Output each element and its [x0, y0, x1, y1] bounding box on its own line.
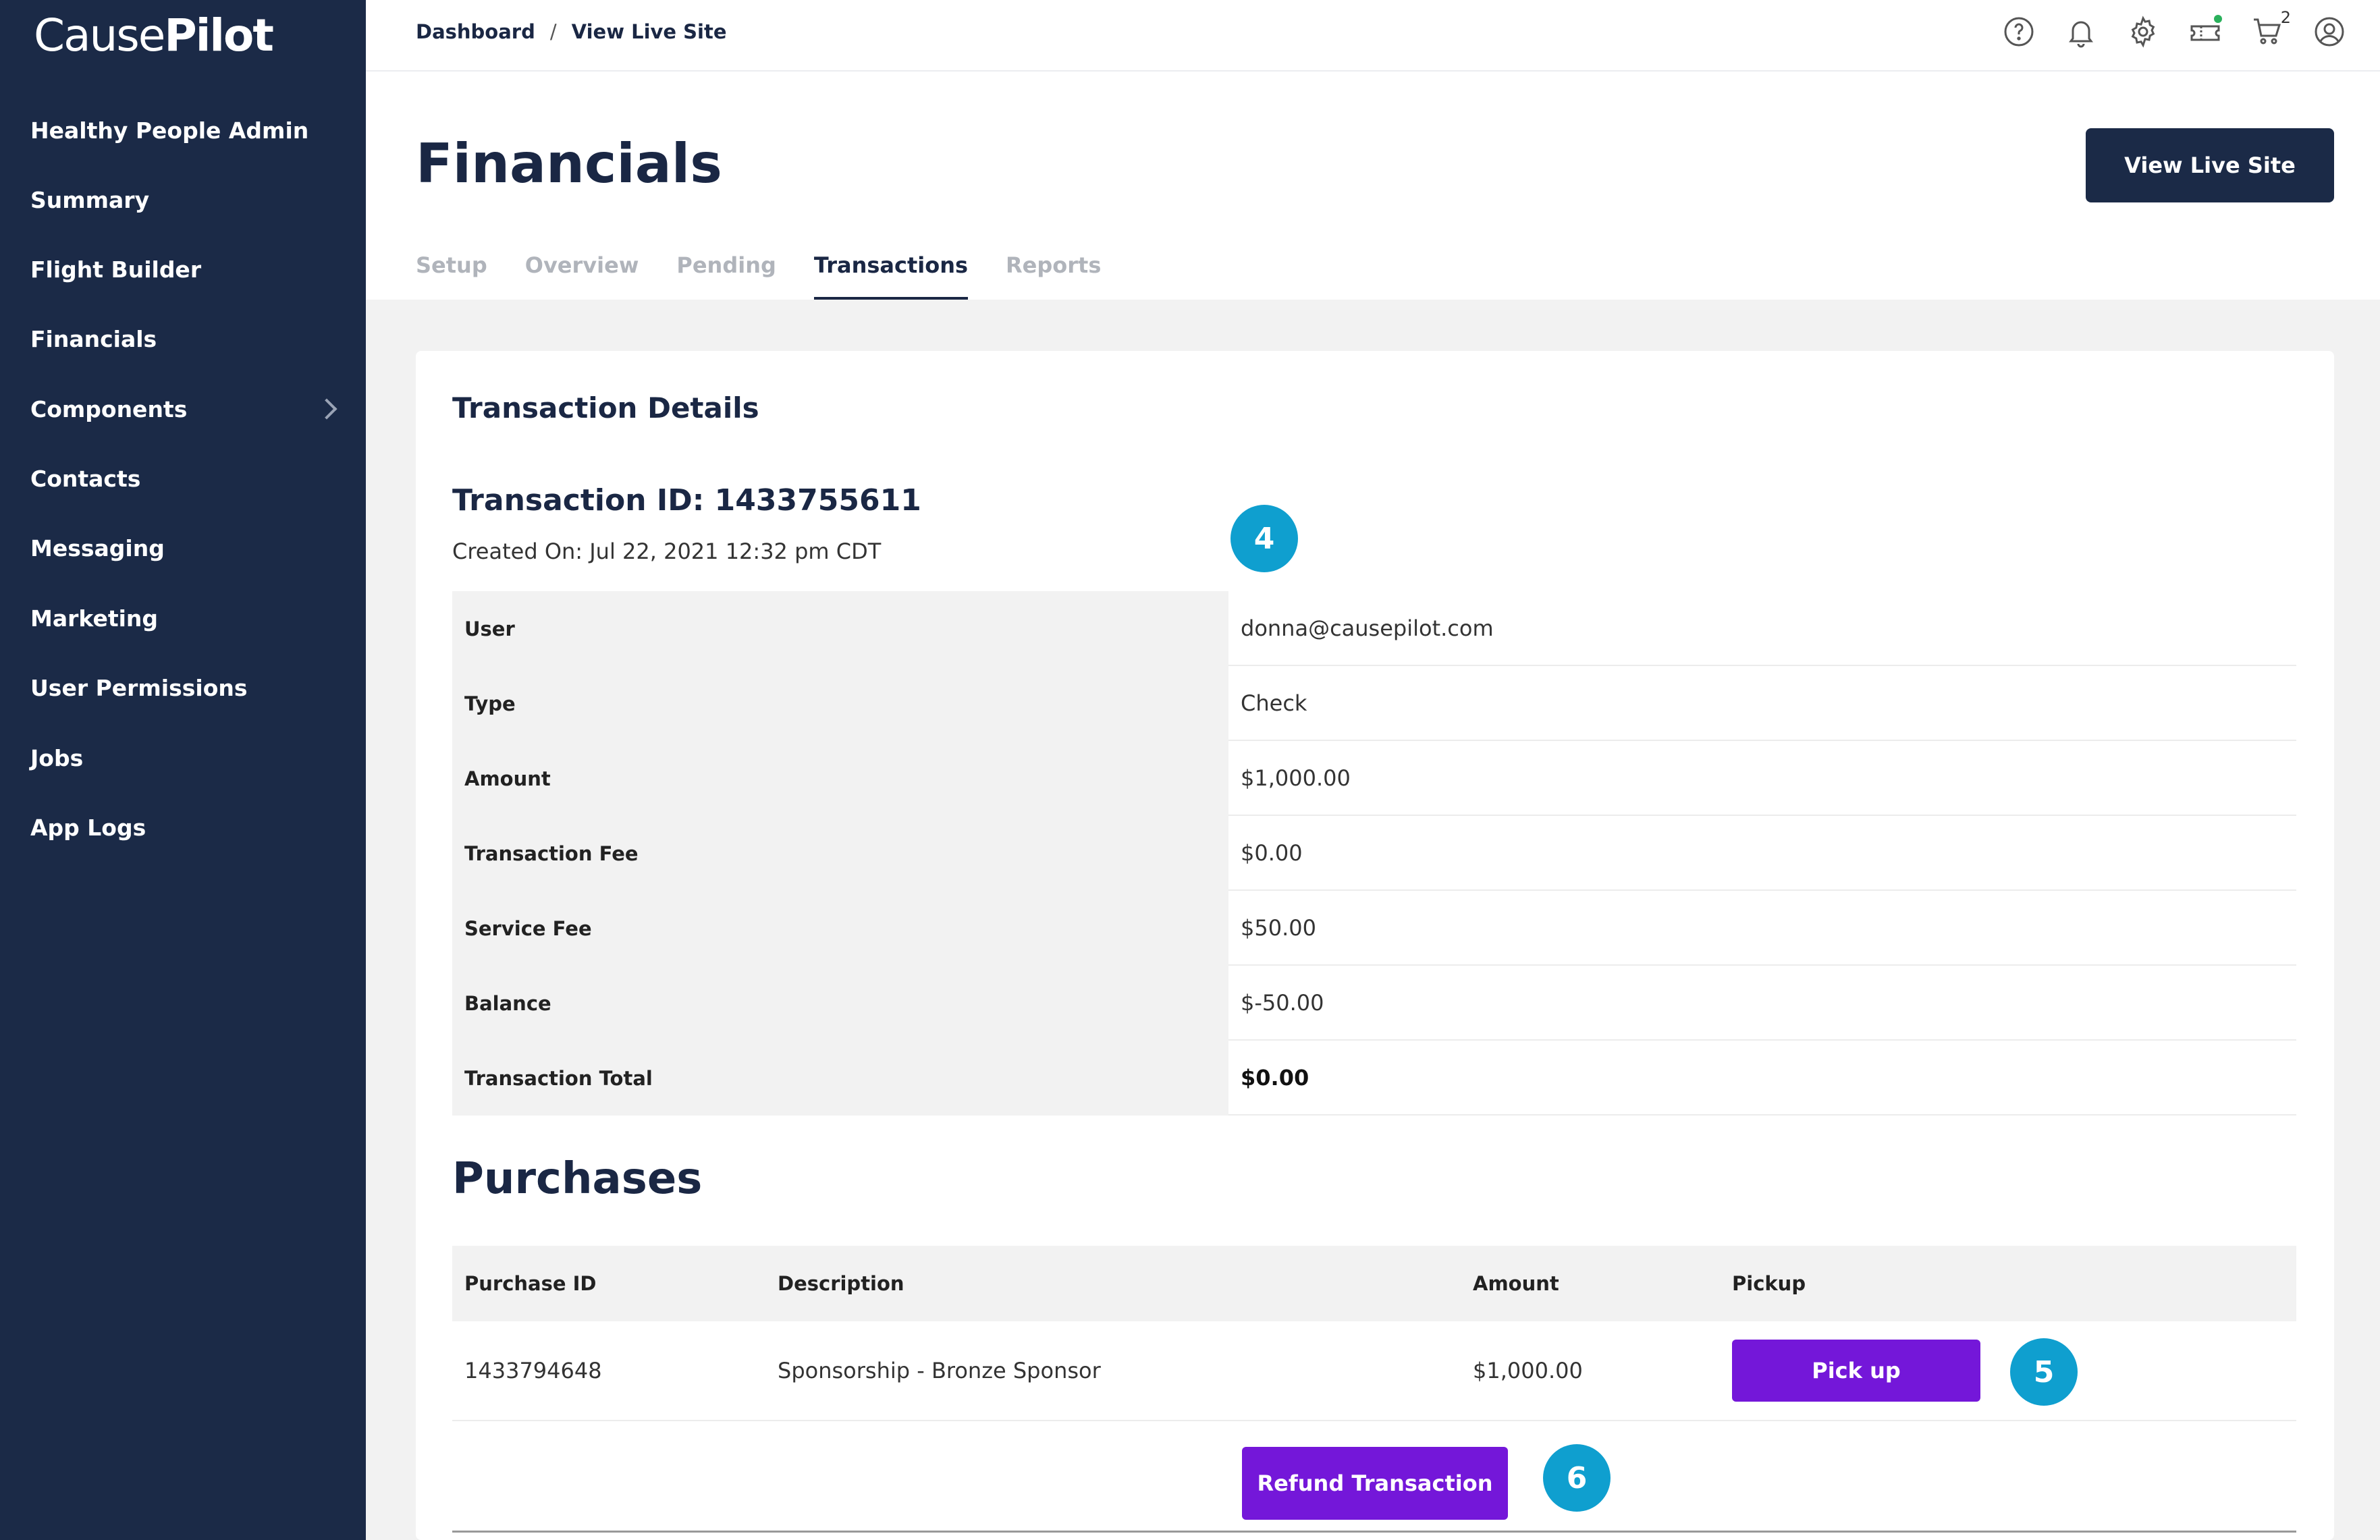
purchase-amount: $1,000.00: [1473, 1358, 1583, 1383]
breadcrumb: Dashboard / View Live Site: [416, 20, 727, 43]
user-icon[interactable]: [2313, 15, 2346, 49]
page-header: Dashboard / View Live Site 2 Financials …: [366, 0, 2380, 300]
detail-row-user: User donna@causepilot.com: [452, 591, 2296, 666]
purchase-id: 1433794648: [464, 1358, 602, 1383]
sidebar-item-summary[interactable]: Summary: [30, 173, 348, 227]
page-title: Financials: [416, 132, 722, 195]
transaction-card: Transaction Details Transaction ID: 1433…: [416, 351, 2334, 1540]
header-divider: [366, 70, 2380, 72]
tab-transactions[interactable]: Transactions: [813, 250, 969, 300]
pick-up-button[interactable]: Pick up: [1732, 1340, 1980, 1402]
sidebar-item-financials[interactable]: Financials: [30, 312, 348, 366]
column-header-description: Description: [778, 1272, 904, 1295]
tab-setup[interactable]: Setup: [416, 250, 487, 300]
cart-icon[interactable]: 2: [2250, 8, 2291, 49]
sidebar: CausePilot Healthy People Admin Summary …: [0, 0, 366, 1540]
transaction-details-table: User donna@causepilot.com Type Check Amoun…: [452, 591, 2296, 1116]
sidebar-item-app-logs[interactable]: App Logs: [30, 800, 348, 854]
chevron-right-icon: [316, 398, 337, 420]
detail-row-service-fee: Service Fee $50.00: [452, 891, 2296, 966]
detail-row-balance: Balance $-50.00: [452, 966, 2296, 1041]
step-marker-6: 6: [1543, 1444, 1611, 1512]
created-on: Created On: Jul 22, 2021 12:32 pm CDT: [452, 539, 882, 564]
detail-row-transaction-total: Transaction Total $0.00: [452, 1041, 2296, 1116]
detail-row-type: Type Check: [452, 666, 2296, 741]
purchases-title: Purchases: [452, 1154, 703, 1204]
sidebar-item-marketing[interactable]: Marketing: [30, 591, 348, 645]
sidebar-item-user-permissions[interactable]: User Permissions: [30, 661, 348, 715]
transaction-id: Transaction ID: 1433755611: [452, 483, 921, 518]
sidebar-item-jobs[interactable]: Jobs: [30, 731, 348, 785]
purchases-table-header: Purchase ID Description Amount Pickup: [452, 1246, 2296, 1321]
sidebar-item-flight-builder[interactable]: Flight Builder: [30, 242, 348, 296]
sidebar-item-components[interactable]: Components: [30, 382, 348, 436]
transaction-details-title: Transaction Details: [452, 391, 759, 424]
purchase-description: Sponsorship - Bronze Sponsor: [778, 1358, 1101, 1383]
tab-overview[interactable]: Overview: [525, 250, 639, 300]
refund-transaction-button[interactable]: Refund Transaction: [1242, 1447, 1508, 1520]
breadcrumb-dashboard[interactable]: Dashboard: [416, 20, 535, 43]
sidebar-item-contacts[interactable]: Contacts: [30, 451, 348, 505]
breadcrumb-separator: /: [549, 20, 557, 43]
causepilot-logo[interactable]: CausePilot: [34, 7, 274, 65]
detail-row-amount: Amount $1,000.00: [452, 741, 2296, 816]
column-header-amount: Amount: [1473, 1272, 1559, 1295]
help-icon[interactable]: [2002, 15, 2036, 49]
ticket-icon[interactable]: [2188, 15, 2222, 49]
bottom-divider: [452, 1531, 2296, 1533]
step-marker-5: 5: [2010, 1338, 2078, 1406]
gear-icon[interactable]: [2126, 15, 2160, 49]
view-live-site-button[interactable]: View Live Site: [2086, 128, 2334, 202]
tab-pending[interactable]: Pending: [676, 250, 776, 300]
column-header-purchase-id: Purchase ID: [464, 1272, 597, 1295]
detail-row-transaction-fee: Transaction Fee $0.00: [452, 816, 2296, 891]
top-icon-bar: 2: [2002, 8, 2346, 49]
cart-count-badge: 2: [2280, 8, 2291, 27]
tab-reports[interactable]: Reports: [1006, 250, 1101, 300]
sidebar-item-healthy-people-admin[interactable]: Healthy People Admin: [30, 103, 348, 157]
sidebar-item-messaging[interactable]: Messaging: [30, 521, 348, 575]
pickup-cell: Pick up: [1720, 1340, 2296, 1402]
status-dot: [2214, 15, 2222, 23]
bell-icon[interactable]: [2064, 15, 2098, 49]
breadcrumb-view-live-site[interactable]: View Live Site: [572, 20, 727, 43]
column-header-pickup: Pickup: [1732, 1272, 1806, 1295]
step-marker-4: 4: [1230, 505, 1298, 572]
financials-tabs: Setup Overview Pending Transactions Repo…: [416, 250, 1101, 300]
